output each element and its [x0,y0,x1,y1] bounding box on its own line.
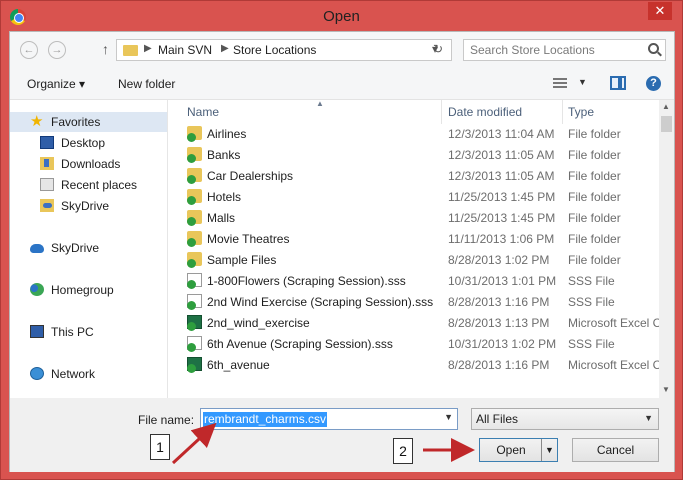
arrow-to-file-name [171,422,217,465]
open-dialog: Open ✕ ← → ↑ ▶ Main SVN ▶ Store Location… [0,0,683,480]
annotation-arrows [171,422,475,465]
